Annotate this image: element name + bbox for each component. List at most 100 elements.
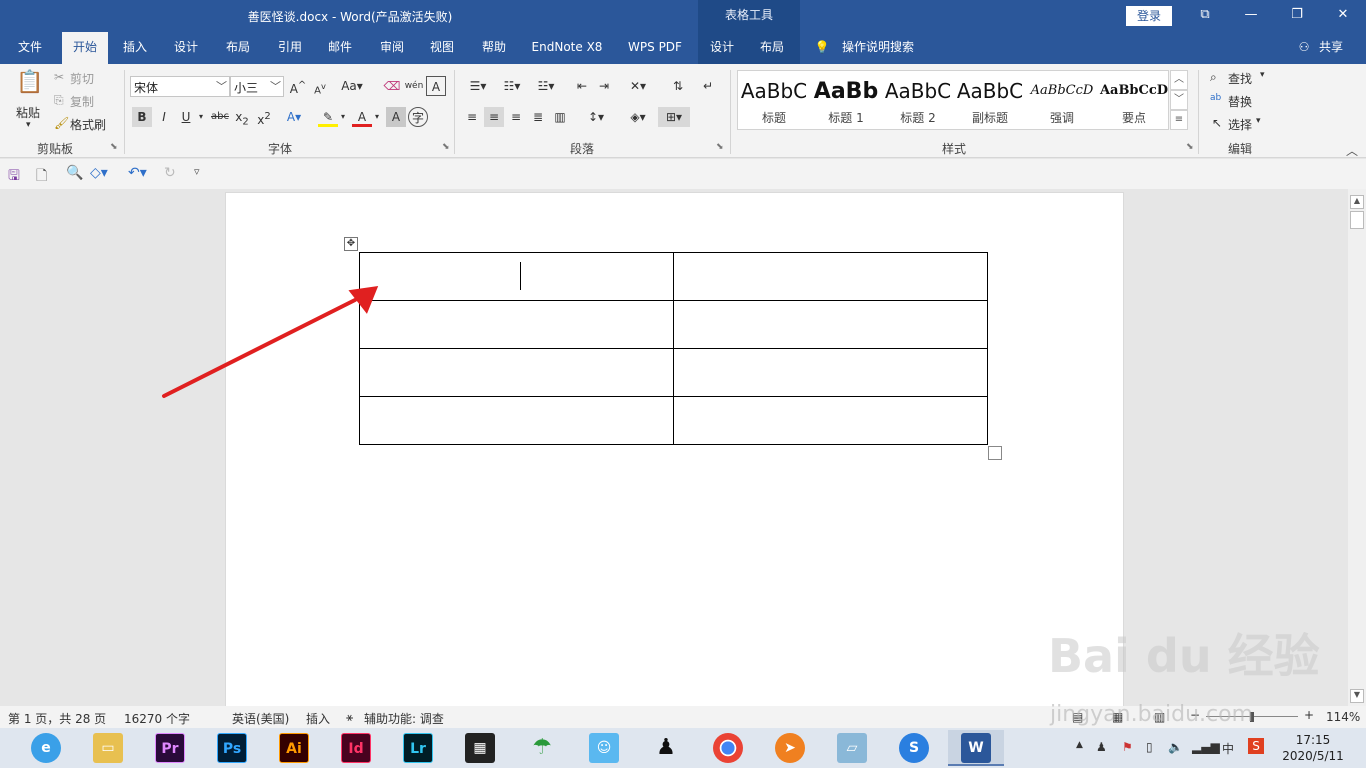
lightroom-icon[interactable]: Lr: [390, 730, 446, 766]
zoom-in-icon[interactable]: +: [1304, 708, 1314, 722]
font-color-icon[interactable]: A: [352, 107, 372, 127]
line-spacing-icon[interactable]: ↕▾: [582, 107, 610, 127]
superscript-icon[interactable]: x2: [254, 107, 274, 127]
tab-wps-pdf[interactable]: WPS PDF: [622, 32, 688, 64]
show-marks-icon[interactable]: ↵: [698, 76, 718, 96]
styles-launcher-icon[interactable]: ⬊: [1186, 142, 1194, 152]
close-button[interactable]: ✕: [1320, 0, 1366, 32]
paste-dropdown-icon[interactable]: ▾: [26, 120, 31, 130]
style-heading2[interactable]: AaBbC 标题 2: [882, 71, 954, 129]
language-indicator[interactable]: 英语(美国): [232, 710, 289, 727]
qq-tray-icon[interactable]: ♟: [1096, 740, 1107, 754]
scroll-up-icon[interactable]: ▲: [1350, 195, 1364, 209]
chevron-up-icon[interactable]: ︿: [1170, 70, 1188, 90]
change-case-icon[interactable]: Aa▾: [338, 76, 366, 96]
table-cell[interactable]: [673, 252, 988, 301]
paragraph-launcher-icon[interactable]: ⬊: [716, 142, 724, 152]
style-subtitle[interactable]: AaBbC 副标题: [954, 71, 1026, 129]
font-color-dropdown-icon[interactable]: ▾: [372, 107, 382, 127]
video-editor-icon[interactable]: ▦: [452, 730, 508, 766]
tray-expand-icon[interactable]: ▲: [1076, 740, 1083, 750]
justify-icon[interactable]: ≣: [528, 107, 548, 127]
table-cell[interactable]: [359, 252, 674, 301]
font-name-combo[interactable]: 宋体 ﹀: [130, 76, 230, 97]
login-button[interactable]: 登录: [1126, 6, 1172, 26]
word-icon[interactable]: W: [948, 730, 1004, 766]
table-cell[interactable]: [673, 396, 988, 445]
illustrator-icon[interactable]: Ai: [266, 730, 322, 766]
numbering-icon[interactable]: ☷▾: [498, 76, 526, 96]
ribbon-display-options-button[interactable]: ⧉: [1182, 0, 1228, 32]
clear-format-icon[interactable]: ⌫: [382, 76, 402, 96]
chinese-layout-icon[interactable]: ✕▾: [624, 76, 652, 96]
replace-button[interactable]: 替换: [1228, 93, 1252, 110]
draw-table-icon[interactable]: ◇▾: [90, 165, 108, 181]
select-dropdown-icon[interactable]: ▾: [1256, 116, 1261, 126]
find-dropdown-icon[interactable]: ▾: [1260, 70, 1265, 80]
tab-references[interactable]: 引用: [268, 32, 312, 64]
tab-view[interactable]: 视图: [420, 32, 464, 64]
chrome-icon[interactable]: [700, 730, 756, 766]
char-border-icon[interactable]: A: [426, 76, 446, 96]
redo-icon[interactable]: ↻: [164, 165, 176, 181]
scroll-thumb[interactable]: [1350, 211, 1364, 229]
increase-indent-icon[interactable]: ⇥: [594, 76, 614, 96]
qq-icon[interactable]: ♟: [638, 730, 694, 766]
borders-icon[interactable]: ⊞▾: [658, 107, 690, 127]
find-button[interactable]: 查找: [1228, 70, 1252, 87]
save-icon[interactable]: 🖫: [8, 165, 20, 189]
chevron-down-icon[interactable]: ﹀: [1170, 90, 1188, 110]
new-document-icon[interactable]: 🗋: [36, 165, 47, 189]
highlight-dropdown-icon[interactable]: ▾: [338, 107, 348, 127]
battery-icon[interactable]: ▯: [1146, 740, 1153, 754]
decrease-indent-icon[interactable]: ⇤: [572, 76, 592, 96]
tab-home[interactable]: 开始: [62, 32, 108, 64]
tab-table-layout[interactable]: 布局: [752, 32, 792, 64]
table-cell[interactable]: [359, 396, 674, 445]
copy-button[interactable]: 复制: [70, 93, 94, 110]
accessibility-status[interactable]: 辅助功能: 调查: [364, 710, 444, 727]
flag-icon[interactable]: ⚑: [1122, 740, 1133, 754]
customize-qat-icon[interactable]: ▿: [194, 165, 200, 178]
table-move-handle-icon[interactable]: ✥: [344, 237, 358, 251]
style-emphasis[interactable]: AaBbCcD 强调: [1026, 71, 1098, 129]
clipboard-launcher-icon[interactable]: ⬊: [110, 142, 118, 152]
grow-font-icon[interactable]: A^: [288, 76, 308, 96]
table-cell[interactable]: [359, 348, 674, 397]
more-styles-icon[interactable]: ≡: [1170, 110, 1188, 130]
browser-icon[interactable]: e: [18, 730, 74, 766]
font-launcher-icon[interactable]: ⬊: [442, 142, 450, 152]
align-center-icon[interactable]: ≡: [484, 107, 504, 127]
minimize-button[interactable]: —: [1228, 0, 1274, 32]
tab-help[interactable]: 帮助: [472, 32, 516, 64]
insert-mode[interactable]: 插入: [306, 710, 330, 727]
select-button[interactable]: 选择: [1228, 116, 1252, 133]
strikethrough-icon[interactable]: abc: [210, 107, 230, 127]
align-left-icon[interactable]: ≡: [462, 107, 482, 127]
phonetic-guide-icon[interactable]: wén: [404, 76, 424, 96]
maximize-button[interactable]: ❐: [1274, 0, 1320, 32]
enclose-char-icon[interactable]: 字: [408, 107, 428, 127]
bold-icon[interactable]: B: [132, 107, 152, 127]
distributed-icon[interactable]: ▥: [550, 107, 570, 127]
premiere-icon[interactable]: Pr: [142, 730, 198, 766]
tab-table-design[interactable]: 设计: [702, 32, 742, 64]
text-effects-icon[interactable]: A▾: [284, 107, 304, 127]
zoom-level[interactable]: 114%: [1326, 710, 1360, 724]
cut-button[interactable]: 剪切: [70, 70, 94, 87]
sort-icon[interactable]: ⇅: [668, 76, 688, 96]
tab-mailings[interactable]: 邮件: [318, 32, 362, 64]
volume-icon[interactable]: 🔈: [1168, 740, 1183, 754]
subscript-icon[interactable]: x2: [232, 107, 252, 127]
clock[interactable]: 17:15 2020/5/11: [1280, 732, 1346, 764]
char-shading-icon[interactable]: A: [386, 107, 406, 127]
table-resize-handle[interactable]: [988, 446, 1002, 460]
format-painter-button[interactable]: 格式刷: [70, 116, 106, 133]
undo-icon[interactable]: ↶▾: [128, 165, 147, 181]
sogou-icon[interactable]: S: [886, 730, 942, 766]
underline-icon[interactable]: U: [176, 107, 196, 127]
table-cell[interactable]: [673, 348, 988, 397]
style-title[interactable]: AaBbC 标题: [738, 71, 810, 129]
italic-icon[interactable]: I: [154, 107, 174, 127]
page-count[interactable]: 第 1 页，共 28 页: [8, 710, 106, 727]
